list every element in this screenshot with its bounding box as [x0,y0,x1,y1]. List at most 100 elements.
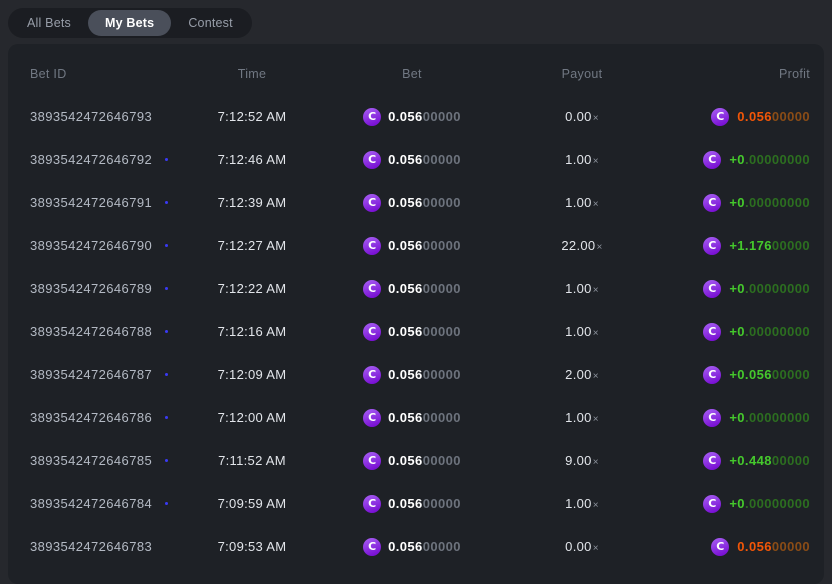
table-row[interactable]: 3893542472646790 7:12:27 AM C 0.05600000… [8,224,824,267]
profit-cell: C +1.17600000 [662,236,810,255]
bet-amount-cell: C 0.05600000 [322,537,502,556]
bet-id-value: 3893542472646789 [30,281,153,296]
bet-amount: 0.05600000 [388,453,461,468]
table-row[interactable]: 3893542472646783 7:09:53 AM C 0.05600000… [8,525,824,568]
bet-time: 7:12:27 AM [217,238,287,253]
table-row[interactable]: 3893542472646785 7:11:52 AM C 0.05600000… [8,439,824,482]
bet-amount: 0.05600000 [388,539,461,554]
bet-amount: 0.05600000 [388,281,461,296]
multiplier-x-symbol: × [592,457,599,468]
bet-id-cell: 3893542472646787 [22,367,182,382]
bet-time: 7:12:39 AM [217,195,287,210]
profit-cell: C +0.00000000 [662,150,810,169]
bet-time: 7:09:53 AM [217,539,287,554]
coin-icon: C [363,150,382,169]
payout-multiplier: 1.00× [565,324,599,339]
bet-id-cell: 3893542472646785 [22,453,182,468]
table-row[interactable]: 3893542472646784 7:09:59 AM C 0.05600000… [8,482,824,525]
bet-amount-cell: C 0.05600000 [322,494,502,513]
bet-id-cell: 3893542472646790 [22,238,182,253]
column-header-time: Time [237,67,267,81]
column-header-bet-id: Bet ID [30,67,67,81]
payout-multiplier: 2.00× [565,367,599,382]
bet-amount-cell: C 0.05600000 [322,365,502,384]
payout-multiplier: 0.00× [565,539,599,554]
multiplier-x-symbol: × [592,328,599,339]
bet-id-cell: 3893542472646789 [22,281,182,296]
bet-amount-cell: C 0.05600000 [322,150,502,169]
bet-id-cell: 3893542472646791 [22,195,182,210]
multiplier-x-symbol: × [592,113,599,124]
profit-cell: C +0.44800000 [662,451,810,470]
pending-dot-icon [165,158,169,161]
coin-icon: C [703,451,722,470]
coin-icon: C [711,537,730,556]
profit-cell: C +0.05600000 [662,365,810,384]
bet-id-cell: 3893542472646793 [22,109,182,124]
bet-id-value: 3893542472646788 [30,324,153,339]
coin-icon: C [703,279,722,298]
bet-amount: 0.05600000 [388,410,461,425]
bet-id-value: 3893542472646791 [30,195,153,210]
bets-table-panel: Bet ID Time Bet Payout Profit 3893542472… [8,44,824,584]
bets-tab-bar: All Bets My Bets Contest [8,8,252,38]
pending-dot-icon [165,373,169,376]
payout-multiplier: 1.00× [565,281,599,296]
payout-multiplier: 1.00× [565,195,599,210]
bet-amount: 0.05600000 [388,152,461,167]
profit-cell: C 0.05600000 [662,107,810,126]
bet-amount: 0.05600000 [388,195,461,210]
bet-id-cell: 3893542472646792 [22,152,182,167]
bet-amount: 0.05600000 [388,109,461,124]
bet-id-value: 3893542472646792 [30,152,153,167]
profit-cell: C +0.00000000 [662,408,810,427]
bet-id-cell: 3893542472646783 [22,539,182,554]
coin-icon: C [363,451,382,470]
tab-my-bets[interactable]: My Bets [87,10,172,36]
pending-dot-icon [165,502,169,505]
bet-amount: 0.05600000 [388,367,461,382]
table-row[interactable]: 3893542472646793 7:12:52 AM C 0.05600000… [8,95,824,138]
table-row[interactable]: 3893542472646792 7:12:46 AM C 0.05600000… [8,138,824,181]
bet-id-value: 3893542472646787 [30,367,153,382]
pending-dot-icon [165,330,169,333]
profit-amount: +0.00000000 [729,324,810,339]
bet-amount: 0.05600000 [388,496,461,511]
bet-id-cell: 3893542472646786 [22,410,182,425]
table-row[interactable]: 3893542472646787 7:12:09 AM C 0.05600000… [8,353,824,396]
tab-all-bets[interactable]: All Bets [10,10,88,36]
coin-icon: C [703,150,722,169]
pending-dot-icon [165,459,169,462]
profit-amount: 0.05600000 [737,109,810,124]
multiplier-x-symbol: × [592,285,599,296]
tab-contest[interactable]: Contest [171,10,249,36]
bet-id-value: 3893542472646786 [30,410,153,425]
bet-amount-cell: C 0.05600000 [322,451,502,470]
bets-table-body: 3893542472646793 7:12:52 AM C 0.05600000… [8,95,824,568]
bet-time: 7:12:00 AM [217,410,287,425]
table-row[interactable]: 3893542472646786 7:12:00 AM C 0.05600000… [8,396,824,439]
table-row[interactable]: 3893542472646788 7:12:16 AM C 0.05600000… [8,310,824,353]
table-row[interactable]: 3893542472646789 7:12:22 AM C 0.05600000… [8,267,824,310]
coin-icon: C [711,107,730,126]
bet-amount: 0.05600000 [388,324,461,339]
multiplier-x-symbol: × [592,500,599,511]
coin-icon: C [363,193,382,212]
bet-amount-cell: C 0.05600000 [322,279,502,298]
table-row[interactable]: 3893542472646791 7:12:39 AM C 0.05600000… [8,181,824,224]
coin-icon: C [363,279,382,298]
bet-time: 7:12:52 AM [217,109,287,124]
coin-icon: C [703,193,722,212]
payout-multiplier: 22.00× [561,238,603,253]
bet-time: 7:12:09 AM [217,367,287,382]
bet-amount-cell: C 0.05600000 [322,408,502,427]
multiplier-x-symbol: × [596,242,603,253]
bet-amount-cell: C 0.05600000 [322,193,502,212]
profit-amount: +0.00000000 [729,281,810,296]
multiplier-x-symbol: × [592,414,599,425]
multiplier-x-symbol: × [592,371,599,382]
profit-amount: +0.00000000 [729,195,810,210]
coin-icon: C [363,322,382,341]
coin-icon: C [363,408,382,427]
pending-dot-icon [165,416,169,419]
